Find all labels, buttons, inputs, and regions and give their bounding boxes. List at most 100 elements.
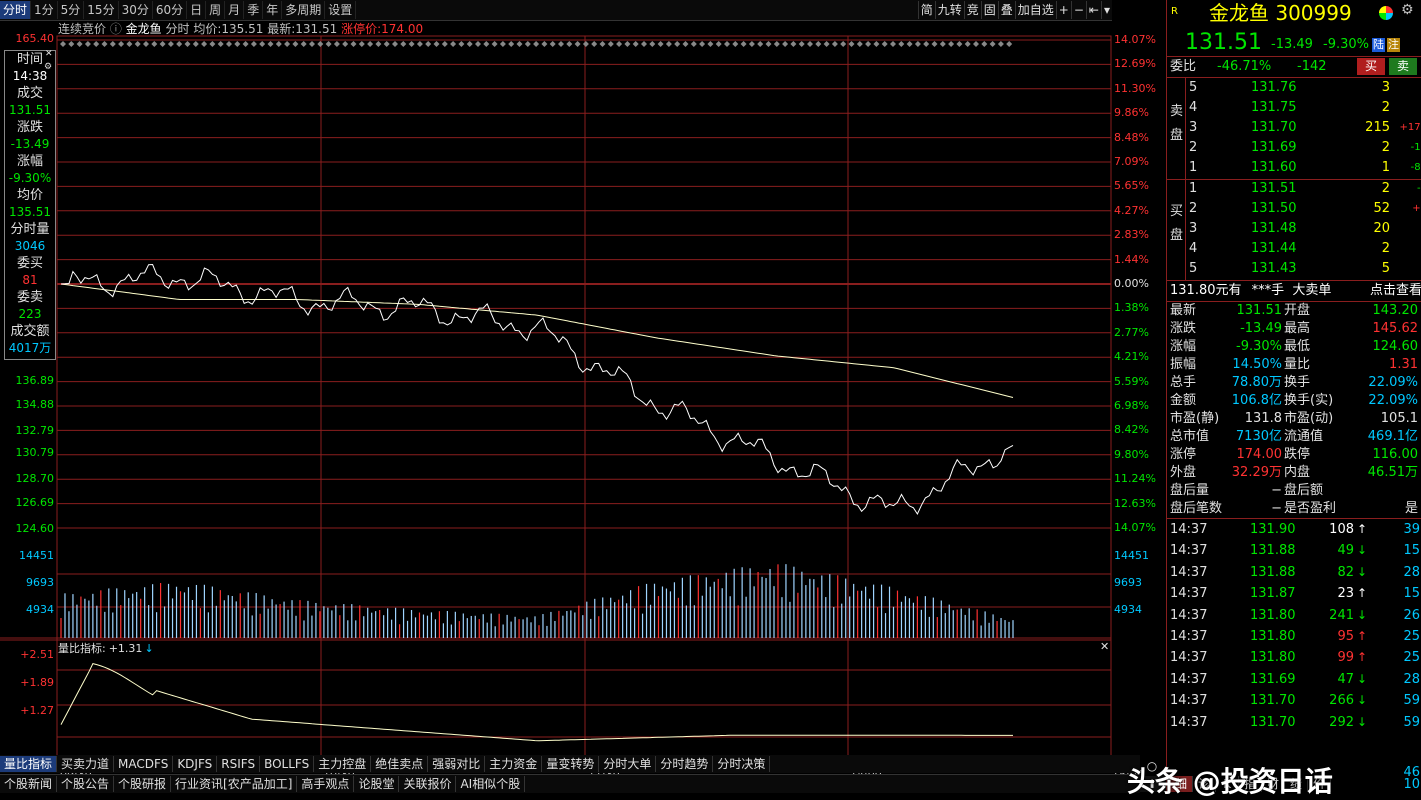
auction-marker <box>607 41 614 47</box>
indicator-tab[interactable]: 主力控盘 <box>314 756 372 772</box>
auction-marker <box>192 41 199 47</box>
volume-bar <box>446 610 448 638</box>
volume-bar <box>988 622 990 638</box>
volume-bar <box>486 622 488 638</box>
volume-bar <box>972 620 974 638</box>
volume-bar <box>60 617 62 638</box>
volume-bar <box>263 595 265 638</box>
quote-key: 涨幅 <box>1170 339 1197 354</box>
volume-bar <box>968 608 970 638</box>
news-tab[interactable]: 关联报价 <box>399 776 457 792</box>
ask-row[interactable]: 3 131.70 215 +173 <box>1185 118 1421 138</box>
volume-bar <box>888 586 891 638</box>
quote-key: 金额 <box>1170 393 1197 408</box>
ask-row[interactable]: 2 131.69 2 -11 <box>1185 138 1421 158</box>
trade-volume: 23 <box>1337 586 1354 602</box>
indicator-tab[interactable]: BOLLFS <box>260 756 315 772</box>
volume-bar <box>709 586 711 638</box>
quote-key: 总手 <box>1170 375 1197 390</box>
volume-bar <box>490 613 492 638</box>
volume-bar <box>701 595 703 638</box>
volume-bar <box>171 598 174 638</box>
volume-bar <box>805 585 807 638</box>
ask-row[interactable]: 5 131.76 3 <box>1185 78 1421 98</box>
bid-row[interactable]: 3 131.48 20 <box>1185 219 1421 239</box>
indicator-tab[interactable]: 绝佳卖点 <box>371 756 429 772</box>
volume-bar <box>976 609 978 638</box>
news-tab[interactable]: 个股研报 <box>114 776 172 792</box>
weicha-value: -142 <box>1297 59 1327 74</box>
volume-bar <box>797 592 799 638</box>
bid-row[interactable]: 2 131.50 52 +1 <box>1185 199 1421 219</box>
pie-icon[interactable] <box>1379 6 1393 20</box>
auction-marker <box>309 41 315 47</box>
sell-button[interactable]: 卖 <box>1389 58 1417 75</box>
quote-value: 131.51 <box>1236 303 1283 318</box>
news-tab[interactable]: 论股堂 <box>354 776 400 792</box>
view-big-order-link[interactable]: 点击查看 <box>1370 282 1421 300</box>
auction-marker <box>541 41 548 47</box>
close-icon[interactable]: ✕ <box>45 49 53 59</box>
volume-bar <box>108 588 110 638</box>
quote-key: 量比 <box>1284 357 1311 372</box>
volume-bar <box>387 608 389 638</box>
volume-bar <box>514 616 516 638</box>
indicator-tab[interactable]: 分时大单 <box>599 756 657 772</box>
indicator-tab[interactable]: KDJFS <box>173 756 218 772</box>
news-tab[interactable]: AI相似个股 <box>456 776 526 792</box>
volume-bar <box>307 600 309 638</box>
volume-axis-label: 4934 <box>1114 603 1142 616</box>
pct-axis-label: 2.77% <box>1114 325 1149 339</box>
price-axis-label: 128.70 <box>15 472 55 485</box>
news-tab[interactable]: 行业资讯[农产品加工] <box>171 776 298 792</box>
indicator-tab[interactable]: RSIFS <box>217 756 261 772</box>
auction-marker <box>914 41 921 47</box>
indicator-tab[interactable]: MACDFS <box>114 756 174 772</box>
infobox-value: 135.51 <box>9 205 51 219</box>
trade-time: 14:37 <box>1170 543 1208 559</box>
bid-row[interactable]: 1 131.51 2 -1 <box>1185 179 1421 199</box>
news-tab[interactable]: 高手观点 <box>297 776 355 792</box>
volume-bar <box>697 575 699 638</box>
volume-bar <box>1000 617 1002 638</box>
auction-marker <box>815 41 822 47</box>
bid-row[interactable]: 4 131.44 2 <box>1185 239 1421 259</box>
indicator-tab[interactable]: 强弱对比 <box>428 756 486 772</box>
volume-bar <box>681 577 683 638</box>
volume-bar <box>594 598 596 638</box>
indicator-tab[interactable]: 量比指标 <box>0 756 58 772</box>
quote-key: 总市值 <box>1170 429 1210 444</box>
indicator-tab[interactable]: 主力资金 <box>485 756 543 772</box>
auction-marker <box>748 41 755 47</box>
ask-row[interactable]: 1 131.60 1 -80 <box>1185 158 1421 178</box>
infobox-value: 81 <box>22 273 38 287</box>
volume-bar <box>641 613 644 638</box>
indicator-tab[interactable]: 分时决策 <box>713 756 771 772</box>
intraday-chart[interactable] <box>0 0 1166 792</box>
quote-value: -9.30% <box>1236 339 1282 354</box>
bid-row[interactable]: 5 131.43 5 <box>1185 259 1421 279</box>
buy-button[interactable]: 买 <box>1357 58 1385 75</box>
auction-marker <box>134 41 141 47</box>
ask-row[interactable]: 4 131.75 2 <box>1185 98 1421 118</box>
pct-axis-label: 2.83% <box>1114 228 1149 242</box>
indicator-tab[interactable]: 分时趋势 <box>656 756 714 772</box>
down-arrow-icon: ↓ <box>144 642 154 655</box>
auction-marker <box>682 41 689 47</box>
settings-icon[interactable]: ⚙ <box>44 62 52 72</box>
volume-bar <box>283 601 285 638</box>
volume-bar <box>622 595 624 638</box>
price-change-pct: -9.30% <box>1323 37 1369 52</box>
indicator-tab[interactable]: 量变转势 <box>542 756 600 772</box>
volume-bar <box>140 598 142 638</box>
auction-marker <box>167 41 174 47</box>
news-tab[interactable]: 个股公告 <box>57 776 115 792</box>
indicator-tab[interactable]: 买卖力道 <box>57 756 115 772</box>
auction-marker <box>715 41 722 47</box>
volume-bar <box>518 619 520 638</box>
news-tab[interactable]: 个股新闻 <box>0 776 58 792</box>
big-order-line[interactable]: 131.80元有 ***手 大卖单 点击查看 <box>1170 282 1421 300</box>
volume-bar <box>128 598 130 638</box>
close-icon[interactable]: ✕ <box>1100 640 1109 653</box>
gear-icon[interactable]: ⚙ <box>1401 2 1414 18</box>
